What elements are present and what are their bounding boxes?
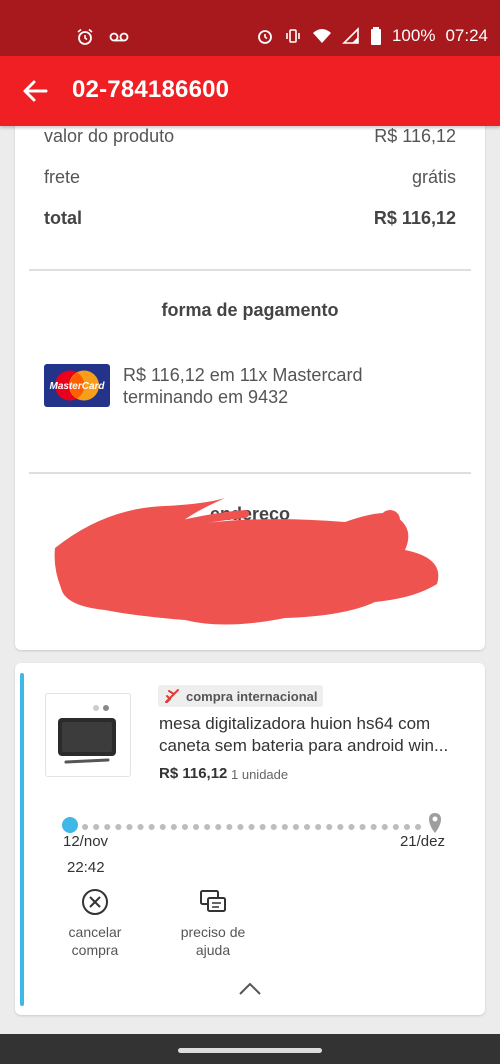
divider <box>29 269 471 271</box>
total-label: total <box>44 208 82 228</box>
help-label-line-2: ajuda <box>195 942 231 958</box>
chevron-up-icon[interactable] <box>237 981 263 997</box>
timeline-start-dot <box>62 817 78 833</box>
product-price: R$ 116,12 <box>159 765 228 782</box>
product-thumbnail[interactable] <box>45 693 131 777</box>
tablet-image <box>58 705 116 764</box>
cancel-label-line-1: cancelar <box>68 924 122 940</box>
page-title: 02-784186600 <box>72 76 230 103</box>
timeline-end-date: 21/dez <box>399 833 445 850</box>
product-name-line-2: caneta sem bateria para android win... <box>159 736 449 755</box>
delivery-timeline <box>62 813 441 833</box>
vibrate-icon <box>286 29 300 43</box>
wifi-icon <box>312 29 331 43</box>
timeline-start-time: 22:42 <box>67 859 105 876</box>
help-button[interactable]: preciso de ajuda <box>158 887 268 959</box>
alarm-icon <box>77 28 93 45</box>
home-gesture-pill[interactable] <box>178 1048 322 1053</box>
status-bar: 100% 07:24 <box>0 0 500 56</box>
card-brand-text: MasterCard <box>49 381 105 392</box>
battery-icon <box>370 27 381 45</box>
product-units: 1 unidade <box>231 767 289 782</box>
payment-line-2: terminando em 9432 <box>123 387 289 407</box>
divider <box>29 472 471 474</box>
app-bar: 02-784186600 <box>0 56 500 126</box>
timeline-start-date: 12/nov <box>63 833 109 850</box>
product-value: R$ 116,12 <box>374 126 456 146</box>
help-label-line-1: preciso de <box>180 924 246 940</box>
cancel-purchase-button[interactable]: cancelar compra <box>40 887 150 959</box>
signal-icon <box>342 27 359 44</box>
voicemail-icon <box>109 32 129 42</box>
order-details-card: valor do produto R$ 116,12 frete grátis … <box>15 110 485 650</box>
shipping-value: grátis <box>411 167 456 187</box>
total-value: R$ 116,12 <box>373 208 456 228</box>
product-name[interactable]: mesa digitalizadora huion hs64 com canet… <box>159 713 459 757</box>
mastercard-logo: MasterCard <box>44 364 110 407</box>
payment-line-1: R$ 116,12 em 11x Mastercard <box>123 365 363 385</box>
status-left-icons <box>76 28 130 46</box>
back-arrow-icon[interactable] <box>20 76 50 106</box>
product-value-row: valor do produto R$ 116,12 <box>44 126 456 147</box>
payment-section-title: forma de pagamento <box>161 300 339 320</box>
cancel-label-line-2: compra <box>71 942 119 958</box>
badge-label: compra internacional <box>186 688 318 704</box>
shipping-row: frete grátis <box>44 167 456 188</box>
status-accent-bar <box>20 673 24 1006</box>
product-value-label: valor do produto <box>44 126 175 146</box>
product-name-line-1: mesa digitalizadora huion hs64 com <box>159 714 431 733</box>
battery-level: 100% <box>391 26 436 45</box>
alarm-icon <box>258 30 272 44</box>
total-row: total R$ 116,12 <box>44 208 456 229</box>
airplane-icon <box>165 689 179 703</box>
clock: 07:24 <box>445 26 488 45</box>
location-pin-icon <box>429 813 441 833</box>
shipping-label: frete <box>44 167 81 187</box>
cancel-circle-icon <box>82 889 108 915</box>
order-item-card[interactable]: compra internacional mesa digitalizadora… <box>15 663 485 1015</box>
international-purchase-badge: compra internacional <box>158 685 324 707</box>
payment-description: R$ 116,12 em 11x Mastercard terminando e… <box>123 364 443 408</box>
chat-help-icon <box>200 890 226 912</box>
address-redaction-scribble <box>54 498 439 625</box>
status-right-icons: 100% 07:24 <box>256 26 488 46</box>
